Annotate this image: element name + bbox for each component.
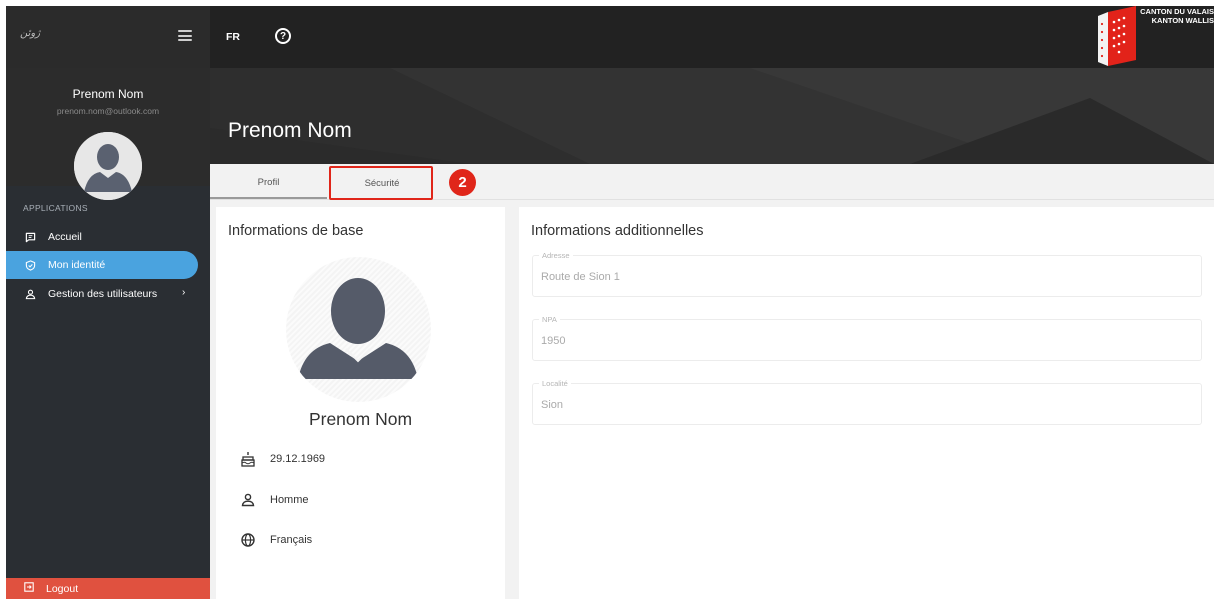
canton-flag-icon: [1098, 6, 1136, 66]
basic-info-title: Informations de base: [228, 223, 364, 239]
globe-icon: [240, 532, 256, 548]
sidebar-header: ژوئن: [6, 6, 210, 68]
sidebar-item-mon-identite[interactable]: Mon identité: [6, 251, 198, 279]
additional-info-panel: Informations additionnelles Adresse Rout…: [519, 207, 1214, 599]
help-circle-icon[interactable]: ?: [275, 28, 291, 44]
npa-label: NPA: [539, 315, 560, 324]
npa-field[interactable]: NPA 1950: [532, 315, 1202, 361]
page-title: Prenom Nom: [228, 119, 352, 142]
user-icon: [24, 288, 36, 300]
tab-highlight-box: [329, 166, 433, 200]
canton-line-de: KANTON WALLIS: [1151, 16, 1214, 25]
localite-value: Sion: [541, 399, 564, 411]
profile-avatar: [286, 257, 431, 402]
basic-info-panel: Informations de base Prenom Nom 29.12.19…: [216, 207, 505, 599]
npa-value: 1950: [541, 335, 566, 347]
user-icon: [240, 492, 256, 508]
localite-field[interactable]: Localité Sion: [532, 379, 1202, 425]
sidebar-user-name: Prenom Nom: [72, 87, 144, 101]
sidebar: ژوئن Prenom Nom prenom.nom@outlook.com A…: [6, 6, 210, 599]
profile-full-name: Prenom Nom: [308, 409, 413, 429]
sidebar-item-accueil[interactable]: Accueil: [6, 223, 198, 251]
sidebar-user-email: prenom.nom@outlook.com: [56, 106, 160, 116]
sidebar-item-label: Accueil: [48, 231, 82, 243]
shield-check-icon: [24, 259, 36, 271]
tab-profil[interactable]: Profil: [210, 168, 327, 199]
canton-logo-text: CANTON DU VALAIS KANTON WALLIS: [1140, 7, 1214, 25]
language-row: Français: [240, 532, 312, 548]
gender-value: Homme: [270, 494, 309, 506]
menu-toggle-icon[interactable]: [178, 30, 192, 41]
canton-line-fr: CANTON DU VALAIS: [1140, 7, 1214, 16]
sidebar-item-label: Mon identité: [48, 259, 106, 271]
birthdate-row: 29.12.1969: [240, 451, 325, 467]
banner-texture: [210, 68, 1214, 164]
address-label: Adresse: [539, 251, 573, 260]
birthdate-value: 29.12.1969: [270, 453, 326, 465]
logout-label: Logout: [46, 582, 79, 595]
language-value: Français: [270, 534, 313, 546]
logout-button[interactable]: Logout: [6, 578, 210, 599]
localite-label: Localité: [539, 379, 571, 388]
top-bar: FR ? CANTON DU VALAIS KANTON WALLIS: [210, 6, 1214, 68]
app-logo: ژوئن: [20, 28, 41, 39]
sidebar-section-label: APPLICATIONS: [23, 203, 88, 213]
additional-info-title: Informations additionnelles: [531, 223, 704, 239]
chevron-right-icon: ›: [182, 287, 186, 298]
message-square-icon: [24, 231, 36, 243]
step-badge: 2: [449, 169, 476, 196]
sidebar-user-card: Prenom Nom prenom.nom@outlook.com: [6, 68, 210, 200]
logout-icon: [24, 582, 34, 595]
cake-icon: [240, 451, 256, 467]
gender-row: Homme: [240, 492, 309, 508]
address-value: Route de Sion 1: [541, 271, 620, 283]
sidebar-item-label: Gestion des utilisateurs: [48, 288, 158, 300]
language-selector[interactable]: FR: [226, 31, 240, 43]
profile-banner: Prenom Nom: [210, 68, 1214, 164]
app-window: ژوئن Prenom Nom prenom.nom@outlook.com A…: [6, 6, 1214, 599]
sidebar-avatar: [74, 132, 142, 200]
address-field[interactable]: Adresse Route de Sion 1: [532, 251, 1202, 297]
sidebar-item-gestion-utilisateurs[interactable]: Gestion des utilisateurs ›: [6, 280, 198, 308]
